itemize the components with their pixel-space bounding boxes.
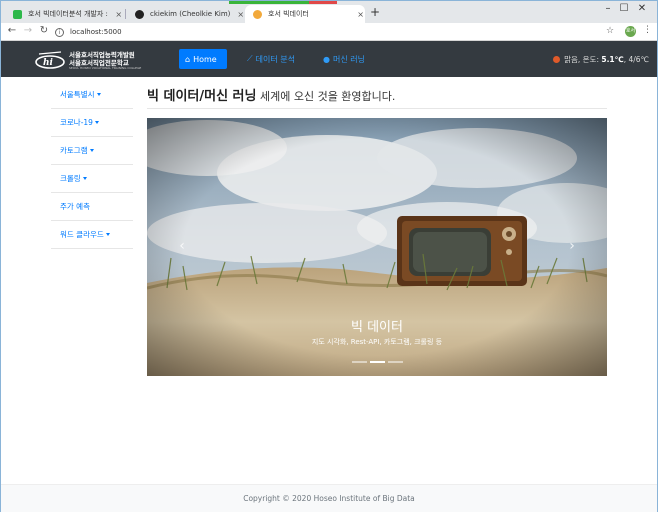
caret-down-icon bbox=[82, 177, 87, 180]
tab-close-icon[interactable]: × bbox=[356, 10, 365, 19]
tab-title: ckiekim (Cheolkie Kim) bbox=[150, 10, 231, 18]
svg-text:hi: hi bbox=[43, 58, 54, 68]
tab-favicon-icon bbox=[13, 9, 22, 19]
address-bar: ← → ↻ i localhost:5000 ☆ 호서 ⋮ bbox=[1, 23, 657, 41]
url-text: localhost:5000 bbox=[70, 28, 122, 36]
tab-favicon-icon bbox=[253, 9, 262, 19]
image-carousel[interactable]: ‹ › 빅 데이터 지도 시각화, Rest-API, 카토그램, 크롤링 등 bbox=[147, 118, 607, 376]
sidebar-item-crawling[interactable]: 크롤링 bbox=[51, 165, 133, 193]
forward-icon[interactable]: → bbox=[22, 25, 34, 36]
reload-icon[interactable]: ↻ bbox=[38, 25, 50, 36]
nav-machine-learning[interactable]: ● 머신 러닝 bbox=[317, 49, 371, 69]
nav-data-analysis-label: 데이터 분석 bbox=[255, 54, 295, 64]
tab-strip: 호서 빅데이터분석 개발자 : 메... × ckiekim (Cheolkie… bbox=[1, 1, 657, 23]
nav-home[interactable]: ⌂ Home bbox=[179, 49, 227, 69]
sidebar-item-label: 코로나-19 bbox=[60, 118, 93, 127]
carousel-prev-button[interactable]: ‹ bbox=[176, 238, 188, 254]
tab-close-icon[interactable]: × bbox=[236, 10, 245, 19]
sidebar-item-corona[interactable]: 코로나-19 bbox=[51, 109, 133, 137]
bookmark-star-icon[interactable]: ☆ bbox=[606, 26, 614, 36]
caret-down-icon bbox=[89, 149, 94, 152]
new-tab-button[interactable]: + bbox=[369, 5, 381, 19]
browser-menu-icon[interactable]: ⋮ bbox=[643, 25, 652, 35]
carousel-caption-title: 빅 데이터 bbox=[351, 320, 403, 335]
browser-tab-2[interactable]: ckiekim (Cheolkie Kim) × bbox=[127, 5, 245, 23]
url-field[interactable]: i localhost:5000 bbox=[55, 25, 615, 39]
chart-line-icon: ⟋ bbox=[247, 54, 253, 63]
sidebar-item-seoul[interactable]: 서울특별시 bbox=[51, 81, 133, 109]
page-footer: Copyright © 2020 Hoseo Institute of Big … bbox=[1, 484, 657, 512]
nav-data-analysis[interactable]: ⟋ 데이터 분석 bbox=[241, 49, 301, 69]
back-icon[interactable]: ← bbox=[6, 25, 18, 36]
sidebar-item-stock-prediction[interactable]: 주가 예측 bbox=[51, 193, 133, 221]
weather-condition: 맑음, bbox=[564, 55, 581, 64]
site-navbar: hi 서울호서직업능력개발원 서울호서직업전문학교 SEOUL HOSEO VO… bbox=[1, 41, 657, 77]
sidebar-item-label: 주가 예측 bbox=[60, 202, 90, 211]
sidebar-item-label: 워드 클라우드 bbox=[60, 230, 104, 239]
top-indicator-red bbox=[309, 1, 337, 4]
close-window-button[interactable]: ✕ bbox=[627, 3, 657, 14]
tab-title: 호서 빅데이터 bbox=[268, 10, 309, 18]
carousel-next-button[interactable]: › bbox=[566, 238, 578, 254]
site-logo[interactable]: hi 서울호서직업능력개발원 서울호서직업전문학교 SEOUL HOSEO VO… bbox=[35, 46, 141, 72]
page-title-bold: 빅 데이터/머신 러닝 bbox=[147, 89, 257, 104]
logo-mark-icon: hi bbox=[35, 51, 65, 69]
sidebar-item-cartogram[interactable]: 카토그램 bbox=[51, 137, 133, 165]
nav-machine-learning-label: 머신 러닝 bbox=[332, 54, 365, 64]
carousel-indicator-2[interactable] bbox=[370, 361, 385, 363]
tab-separator bbox=[125, 9, 126, 19]
sidebar-item-word-cloud[interactable]: 워드 클라우드 bbox=[51, 221, 133, 249]
browser-window: 호서 빅데이터분석 개발자 : 메... × ckiekim (Cheolkie… bbox=[0, 0, 658, 512]
carousel-caption-text: 지도 시각화, Rest-API, 카토그램, 크롤링 등 bbox=[311, 338, 443, 346]
logo-line-3: SEOUL HOSEO VOCATIONAL TRAINING COLLEGE bbox=[69, 66, 142, 70]
tab-title: 호서 빅데이터분석 개발자 : 메... bbox=[28, 10, 110, 18]
weather-label: 온도: bbox=[582, 55, 599, 64]
weather-temp: 5.1℃ bbox=[601, 55, 624, 64]
site-info-icon[interactable]: i bbox=[55, 27, 64, 37]
page-title: 빅 데이터/머신 러닝 세계에 오신 것을 환영합니다. bbox=[147, 85, 607, 109]
sidebar-menu: 서울특별시 코로나-19 카토그램 크롤링 주가 예측 워드 클라우드 bbox=[51, 81, 133, 249]
sun-icon bbox=[553, 56, 561, 63]
home-icon: ⌂ bbox=[185, 54, 191, 64]
nav-home-label: Home bbox=[193, 54, 217, 64]
caret-down-icon bbox=[94, 121, 99, 124]
weather-range: , 4/6℃ bbox=[623, 55, 649, 64]
caret-down-icon bbox=[105, 233, 110, 236]
browser-tab-1[interactable]: 호서 빅데이터분석 개발자 : 메... × bbox=[5, 5, 123, 23]
browser-tab-3-active[interactable]: 호서 빅데이터 × bbox=[245, 5, 365, 23]
tab-close-icon[interactable]: × bbox=[114, 10, 123, 19]
profile-avatar[interactable]: 호서 bbox=[625, 26, 636, 37]
weather-widget: 맑음, 온도: 5.1℃, 4/6℃ bbox=[553, 54, 649, 65]
page-title-rest: 세계에 오신 것을 환영합니다. bbox=[256, 90, 396, 103]
sidebar-item-label: 카토그램 bbox=[60, 146, 88, 155]
github-icon bbox=[135, 9, 144, 19]
brain-icon: ● bbox=[323, 54, 330, 64]
carousel-indicators bbox=[352, 361, 403, 363]
carousel-indicator-1[interactable] bbox=[352, 361, 367, 363]
sidebar-item-label: 서울특별시 bbox=[60, 90, 95, 99]
caret-down-icon bbox=[96, 93, 101, 96]
sidebar-item-label: 크롤링 bbox=[60, 174, 81, 183]
carousel-indicator-3[interactable] bbox=[388, 361, 403, 363]
